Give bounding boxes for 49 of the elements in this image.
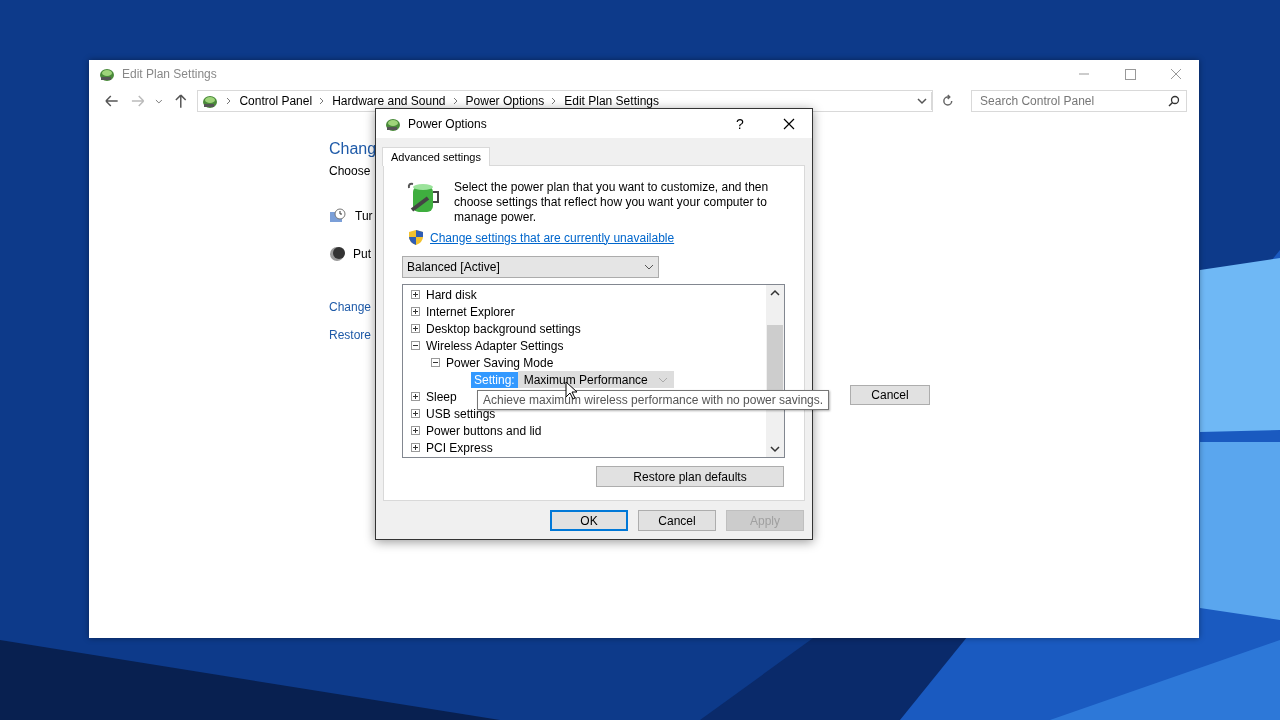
collapse-icon[interactable]	[411, 341, 420, 350]
setting-dropdown[interactable]: Maximum Performance	[517, 371, 674, 388]
expand-icon[interactable]	[411, 409, 420, 418]
expand-icon[interactable]	[411, 443, 420, 452]
link[interactable]: Change	[329, 300, 372, 314]
breadcrumb[interactable]: Edit Plan Settings	[564, 94, 659, 108]
plan-dropdown[interactable]: Balanced [Active]	[402, 256, 659, 278]
chevron-down-icon	[657, 375, 668, 384]
page-description: Choose	[329, 164, 371, 178]
dialog-title: Power Options	[408, 116, 487, 131]
help-button[interactable]: ?	[720, 109, 760, 138]
tooltip: Achieve maximum wireless performance with no power savings.	[477, 390, 830, 410]
search-icon	[1168, 95, 1180, 107]
breadcrumb[interactable]: Power Options	[465, 94, 545, 108]
tree-item[interactable]: Internet Explorer	[426, 304, 515, 319]
shield-icon	[408, 229, 424, 246]
dialog-button[interactable]: OK	[550, 510, 628, 531]
dialog-button[interactable]: Cancel	[638, 510, 716, 531]
tree-item[interactable]: Hard disk	[426, 287, 477, 302]
option-label: Tur	[355, 209, 373, 223]
tree-item[interactable]: Wireless Adapter Settings	[426, 338, 564, 353]
breadcrumb[interactable]: Control Panel	[239, 94, 313, 108]
chevron-down-icon	[644, 263, 654, 271]
expand-icon[interactable]	[411, 392, 420, 401]
scrollbar-thumb[interactable]	[767, 325, 783, 391]
description-text: Select the power plan that you want to customize, and then choose settings that reflect how you want your computer to manage power.	[454, 180, 769, 225]
expand-icon[interactable]	[411, 290, 420, 299]
tree-item[interactable]: Sleep	[426, 389, 457, 404]
chevron-right-icon	[451, 96, 460, 106]
collapse-icon[interactable]	[431, 358, 440, 367]
tree-item[interactable]: Power Saving Mode	[446, 355, 554, 370]
moon-icon	[329, 246, 345, 262]
tree-item[interactable]: PCI Express	[426, 440, 493, 455]
expand-icon[interactable]	[411, 426, 420, 435]
tab[interactable]: Advanced settings	[382, 147, 490, 166]
expand-icon[interactable]	[411, 324, 420, 333]
tree-item[interactable]: Power buttons and lid	[426, 423, 542, 438]
cancel-button[interactable]: Cancel	[850, 385, 930, 405]
link[interactable]: Restore	[329, 328, 372, 342]
page-heading: Chang	[329, 140, 377, 158]
change-settings-link[interactable]: Change settings that are currently unavailable	[430, 230, 675, 245]
monitor-clock-icon	[329, 208, 347, 224]
tree-item[interactable]: Desktop background settings	[426, 321, 581, 336]
option-label: Put	[353, 247, 371, 261]
breadcrumb[interactable]: Hardware and Sound	[332, 94, 446, 108]
window-title: Edit Plan Settings	[122, 67, 217, 81]
search-field[interactable]: Search Control Panel	[971, 90, 1187, 112]
expand-icon[interactable]	[411, 307, 420, 316]
restore-defaults-button[interactable]: Restore plan defaults	[596, 466, 784, 487]
